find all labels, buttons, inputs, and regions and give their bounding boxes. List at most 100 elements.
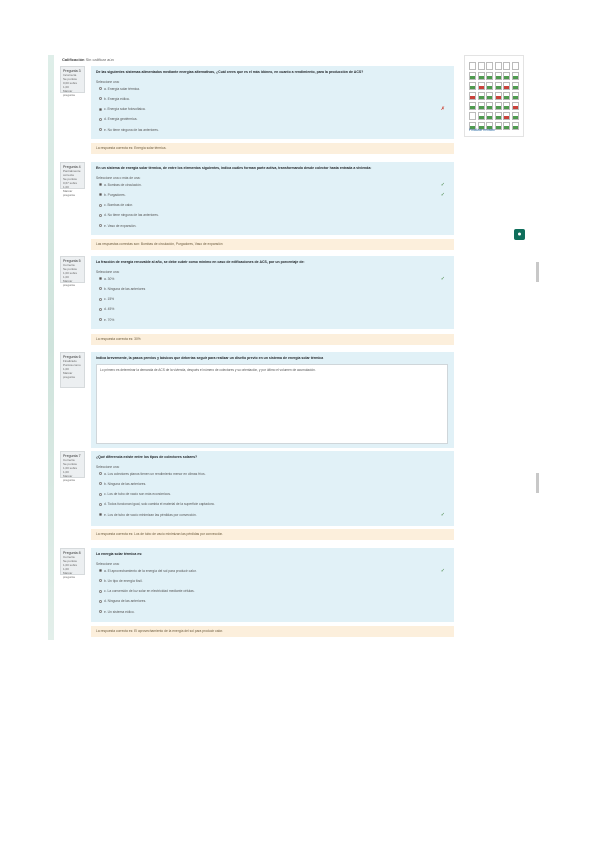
nav-question-button[interactable] xyxy=(511,112,519,120)
flag-question-link[interactable]: Marcar pregunta xyxy=(63,279,82,287)
chat-icon[interactable]: ● xyxy=(514,229,525,240)
nav-question-button[interactable] xyxy=(511,92,519,100)
answer-option[interactable]: b. Energía eólica. xyxy=(96,94,449,104)
radio-button[interactable] xyxy=(99,307,102,311)
answer-option[interactable]: e. 70% xyxy=(96,315,449,325)
radio-button[interactable] xyxy=(99,492,102,496)
nav-question-button[interactable] xyxy=(477,92,485,100)
nav-question-button[interactable] xyxy=(486,72,493,80)
answer-option[interactable]: a. Energía solar térmica. xyxy=(96,84,449,94)
answer-option[interactable]: e. No tiene ninguna de las anteriores. xyxy=(96,125,449,135)
nav-question-button[interactable] xyxy=(486,102,493,110)
nav-question-button[interactable] xyxy=(503,112,510,120)
radio-button[interactable] xyxy=(99,318,102,322)
radio-button[interactable] xyxy=(99,610,102,614)
flag-question-link[interactable]: Marcar pregunta xyxy=(63,189,82,197)
radio-button[interactable] xyxy=(99,277,102,280)
radio-button[interactable] xyxy=(99,213,102,217)
nav-question-button[interactable] xyxy=(486,62,493,70)
nav-question-button[interactable] xyxy=(494,62,502,70)
answer-option[interactable]: d. No tiene ninguna de las anteriores. xyxy=(96,210,449,220)
radio-button[interactable] xyxy=(99,107,102,111)
radio-button[interactable] xyxy=(99,472,102,475)
flag-question-link[interactable]: Marcar pregunta xyxy=(63,89,82,97)
nav-question-button[interactable] xyxy=(486,92,493,100)
nav-question-button[interactable] xyxy=(469,72,476,80)
nav-question-button[interactable] xyxy=(494,112,502,120)
nav-question-button[interactable] xyxy=(469,82,476,90)
nav-question-button[interactable] xyxy=(486,112,493,120)
radio-button[interactable] xyxy=(99,482,102,486)
nav-question-button[interactable] xyxy=(477,112,485,120)
nav-question-button[interactable] xyxy=(503,102,510,110)
radio-button[interactable] xyxy=(99,513,102,517)
answer-option[interactable]: c. Bombas de calor. xyxy=(96,200,449,210)
answer-option[interactable]: c. La conversión de luz solar en electri… xyxy=(96,586,449,596)
radio-button[interactable] xyxy=(99,97,102,101)
answer-option[interactable]: b. Ninguna de las anteriores. xyxy=(96,479,449,489)
answer-option[interactable]: e. Vaso de expansión. xyxy=(96,221,449,231)
nav-question-button[interactable] xyxy=(511,62,519,70)
nav-question-button[interactable] xyxy=(503,82,510,90)
answer-option[interactable]: d. 45% xyxy=(96,304,449,314)
nav-question-button[interactable] xyxy=(494,82,502,90)
nav-question-button[interactable] xyxy=(503,62,510,70)
finish-review-link[interactable]: Finalizar revisión xyxy=(469,128,495,132)
radio-button[interactable] xyxy=(99,224,102,228)
nav-question-button[interactable] xyxy=(477,102,485,110)
answer-option[interactable]: b. Un tipo de energía fósil. xyxy=(96,576,449,586)
answer-option[interactable]: e. Un sistema eólico. xyxy=(96,607,449,617)
flag-question-link[interactable]: Marcar pregunta xyxy=(63,571,82,579)
answer-option[interactable]: a. El aprovechamiento de la energía del … xyxy=(96,566,449,576)
nav-question-button[interactable] xyxy=(511,122,519,130)
radio-button[interactable] xyxy=(99,203,102,207)
nav-question-button[interactable] xyxy=(477,62,485,70)
answer-option[interactable]: c. Energía solar fotovoltaica. ✗ xyxy=(96,104,449,114)
flag-question-link[interactable]: Marcar pregunta xyxy=(63,474,82,482)
radio-button[interactable] xyxy=(99,502,102,506)
scrollbar-thumb[interactable] xyxy=(536,262,539,282)
essay-answer-box[interactable]: Lo primero es determinar la demanda de A… xyxy=(96,363,448,444)
nav-question-button[interactable] xyxy=(503,122,510,130)
nav-question-button[interactable] xyxy=(494,92,502,100)
radio-button[interactable] xyxy=(99,599,102,603)
nav-question-button[interactable] xyxy=(503,72,510,80)
nav-question-button[interactable] xyxy=(494,72,502,80)
answer-option[interactable]: b. Ninguna de las anteriores xyxy=(96,284,449,294)
answer-option[interactable]: c. 15% xyxy=(96,294,449,304)
radio-button[interactable] xyxy=(99,569,102,572)
nav-question-button[interactable] xyxy=(511,82,519,90)
flag-question-link[interactable]: Marcar pregunta xyxy=(63,371,82,379)
radio-button[interactable] xyxy=(99,579,102,583)
nav-question-button[interactable] xyxy=(469,92,476,100)
answer-option[interactable]: e. Los de tubo de vacío minimizan las pé… xyxy=(96,510,449,520)
nav-question-button[interactable] xyxy=(469,112,476,120)
nav-question-button[interactable] xyxy=(511,72,519,80)
nav-question-button[interactable] xyxy=(494,122,502,130)
radio-button[interactable] xyxy=(99,87,102,90)
answer-option[interactable]: d. Todos funcionan igual, solo cambia el… xyxy=(96,499,449,509)
radio-button[interactable] xyxy=(99,128,102,132)
nav-question-button[interactable] xyxy=(503,92,510,100)
answer-option[interactable]: a. Bombas de circulación. ✓ xyxy=(96,180,449,190)
nav-question-button[interactable] xyxy=(494,102,502,110)
scrollbar-thumb[interactable] xyxy=(536,473,539,493)
nav-question-button[interactable] xyxy=(511,102,519,110)
nav-question-button[interactable] xyxy=(469,102,476,110)
radio-button[interactable] xyxy=(99,193,102,197)
nav-question-button[interactable] xyxy=(477,72,485,80)
radio-button[interactable] xyxy=(99,287,102,291)
answer-option[interactable]: d. Energía geotérmica. xyxy=(96,114,449,124)
answer-option[interactable]: a. 30% ✓ xyxy=(96,274,449,284)
answer-option[interactable]: b. Purgadores. ✓ xyxy=(96,190,449,200)
answer-option[interactable]: d. Ninguna de las anteriores. xyxy=(96,596,449,606)
nav-question-button[interactable] xyxy=(477,82,485,90)
nav-question-button[interactable] xyxy=(486,82,493,90)
radio-button[interactable] xyxy=(99,117,102,121)
radio-button[interactable] xyxy=(99,589,102,593)
answer-option[interactable]: c. Los de tubo de vacío son más económic… xyxy=(96,489,449,499)
nav-question-button[interactable] xyxy=(469,62,476,70)
radio-button[interactable] xyxy=(99,183,102,186)
radio-button[interactable] xyxy=(99,297,102,301)
answer-option[interactable]: a. Los colectores planos tienen un rendi… xyxy=(96,469,449,479)
